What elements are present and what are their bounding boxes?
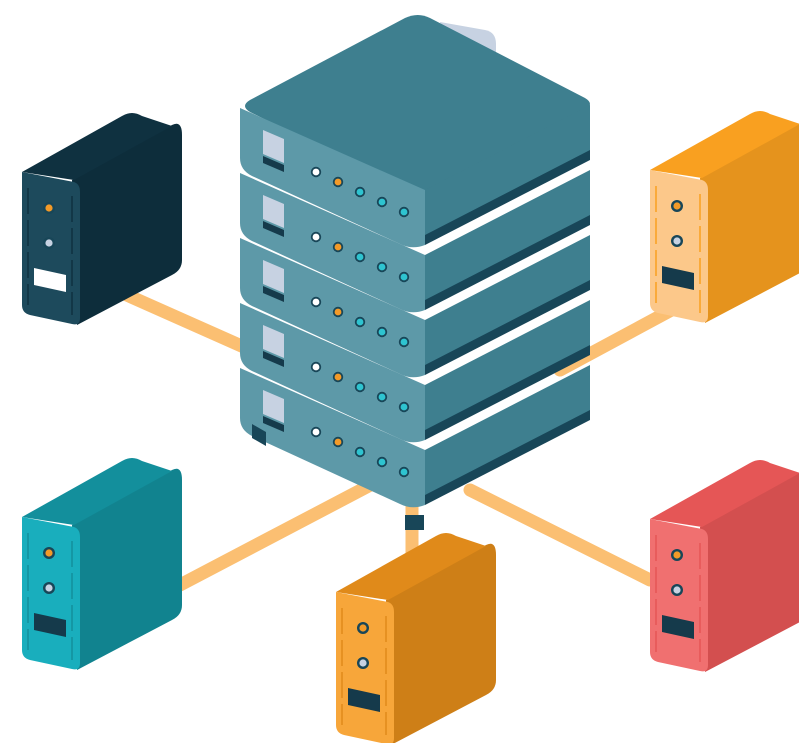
desktop-tower-icon — [336, 533, 496, 743]
server-led — [312, 233, 320, 241]
reset-button — [45, 584, 53, 592]
reset-button — [359, 659, 367, 667]
server-led — [312, 168, 320, 176]
power-button — [673, 202, 681, 210]
server-led — [356, 383, 364, 391]
server-led — [312, 298, 320, 306]
server-led — [334, 243, 342, 251]
server-led — [334, 178, 342, 186]
server-led — [334, 373, 342, 381]
desktop-tower-icon — [22, 458, 182, 670]
server-led — [334, 308, 342, 316]
server-led — [400, 338, 408, 346]
reset-button — [673, 237, 681, 245]
desktop-tower-icon — [650, 460, 799, 672]
server-led — [378, 328, 386, 336]
server-led — [378, 263, 386, 271]
server-led — [400, 208, 408, 216]
network-illustration — [22, 15, 799, 743]
server-led — [378, 198, 386, 206]
reset-button — [45, 239, 53, 247]
server-foot-center — [405, 515, 424, 530]
cable-bottom-right — [463, 483, 657, 587]
desktop-tower-icon — [650, 111, 799, 323]
server-led — [378, 458, 386, 466]
power-button — [673, 551, 681, 559]
server-led — [312, 428, 320, 436]
server-led — [356, 188, 364, 196]
server-led — [356, 253, 364, 261]
server-led — [400, 403, 408, 411]
desktop-tower-icon — [22, 113, 182, 325]
power-button — [45, 204, 53, 212]
cable-bottom-left — [173, 473, 387, 592]
server-led — [378, 393, 386, 401]
server-led — [400, 273, 408, 281]
server-led — [400, 468, 408, 476]
server-led — [334, 438, 342, 446]
power-button — [45, 549, 53, 557]
server-led — [356, 318, 364, 326]
power-button — [359, 624, 367, 632]
reset-button — [673, 586, 681, 594]
server-rack-icon — [240, 15, 590, 530]
server-led — [356, 448, 364, 456]
server-led — [312, 363, 320, 371]
